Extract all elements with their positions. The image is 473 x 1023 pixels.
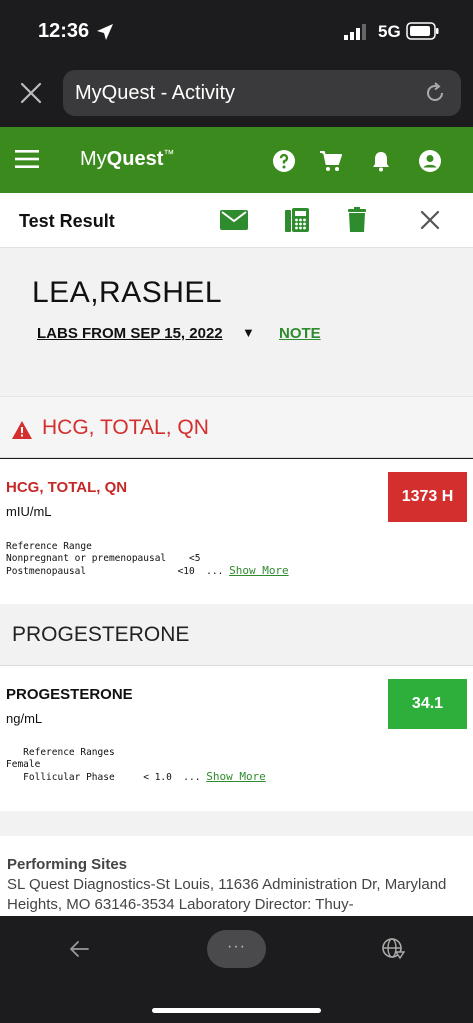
signal-icon bbox=[344, 24, 366, 40]
account-icon[interactable] bbox=[418, 149, 442, 173]
patient-name: LEA,RASHEL bbox=[32, 276, 223, 309]
section-header-progesterone[interactable]: PROGESTERONE bbox=[0, 604, 473, 666]
close-result-icon[interactable] bbox=[416, 207, 444, 233]
result-unit: mIU/mL bbox=[6, 504, 52, 519]
home-indicator[interactable] bbox=[152, 1008, 321, 1013]
result-name: HCG, TOTAL, QN bbox=[6, 479, 128, 496]
show-more-link[interactable]: Show More bbox=[229, 564, 289, 577]
labs-date-link[interactable]: LABS FROM SEP 15, 2022 bbox=[37, 325, 223, 342]
performing-sites: Performing Sites SL Quest Diagnostics-St… bbox=[0, 836, 473, 916]
close-browser-icon[interactable] bbox=[18, 80, 44, 106]
browser-bar: MyQuest - Activity bbox=[0, 62, 473, 127]
status-time: 12:36 bbox=[38, 20, 90, 42]
result-name: PROGESTERONE bbox=[6, 686, 133, 703]
reference-range-text: Reference Ranges Female Follicular Phase… bbox=[6, 747, 266, 783]
warning-icon bbox=[12, 421, 32, 439]
help-icon[interactable] bbox=[272, 149, 296, 173]
result-value-badge: 1373 H bbox=[388, 472, 467, 522]
back-arrow-icon[interactable] bbox=[68, 938, 90, 960]
performing-sites-title: Performing Sites bbox=[7, 856, 128, 873]
hamburger-menu-icon[interactable] bbox=[15, 149, 39, 169]
fax-icon[interactable] bbox=[283, 207, 311, 233]
status-bar: 12:36 5G bbox=[0, 0, 473, 62]
app-header: MyQuest™ bbox=[0, 127, 473, 193]
reference-range-text: Reference Range Nonpregnant or premenopa… bbox=[6, 541, 289, 577]
result-card-progesterone: PROGESTERONE ng/mL 34.1 Reference Ranges… bbox=[0, 666, 473, 811]
performing-sites-body: SL Quest Diagnostics-St Louis, 11636 Adm… bbox=[7, 876, 447, 913]
url-title: MyQuest - Activity bbox=[75, 82, 236, 104]
network-label: 5G bbox=[378, 22, 401, 41]
battery-icon bbox=[406, 22, 439, 40]
patient-info: LEA,RASHEL LABS FROM SEP 15, 2022 ▼ NOTE bbox=[0, 248, 473, 396]
globe-icon[interactable] bbox=[381, 937, 405, 961]
brand-logo[interactable]: MyQuest™ bbox=[80, 148, 174, 171]
result-unit: ng/mL bbox=[6, 711, 43, 726]
url-bar[interactable]: MyQuest - Activity bbox=[63, 70, 461, 116]
labs-dropdown-caret-icon[interactable]: ▼ bbox=[242, 325, 255, 340]
section-header-label: HCG, TOTAL, QN bbox=[42, 416, 209, 439]
toolbar-title: Test Result bbox=[19, 211, 115, 231]
reload-icon[interactable] bbox=[423, 81, 447, 105]
browser-bottom-bar: ··· bbox=[0, 916, 473, 1023]
test-result-toolbar: Test Result bbox=[0, 193, 473, 248]
bell-icon[interactable] bbox=[369, 149, 393, 173]
email-icon[interactable] bbox=[220, 207, 248, 233]
section-divider bbox=[0, 811, 473, 836]
result-value-badge: 34.1 bbox=[388, 679, 467, 729]
result-card-hcg: HCG, TOTAL, QN mIU/mL 1373 H Reference R… bbox=[0, 459, 473, 604]
cart-icon[interactable] bbox=[319, 149, 343, 173]
show-more-link[interactable]: Show More bbox=[206, 770, 266, 783]
location-arrow-icon bbox=[97, 24, 113, 40]
section-header-hcg[interactable]: HCG, TOTAL, QN bbox=[0, 396, 473, 458]
section-header-label: PROGESTERONE bbox=[12, 623, 190, 646]
more-options-button[interactable]: ··· bbox=[207, 930, 266, 968]
trash-icon[interactable] bbox=[343, 207, 371, 233]
note-link[interactable]: NOTE bbox=[279, 325, 321, 342]
